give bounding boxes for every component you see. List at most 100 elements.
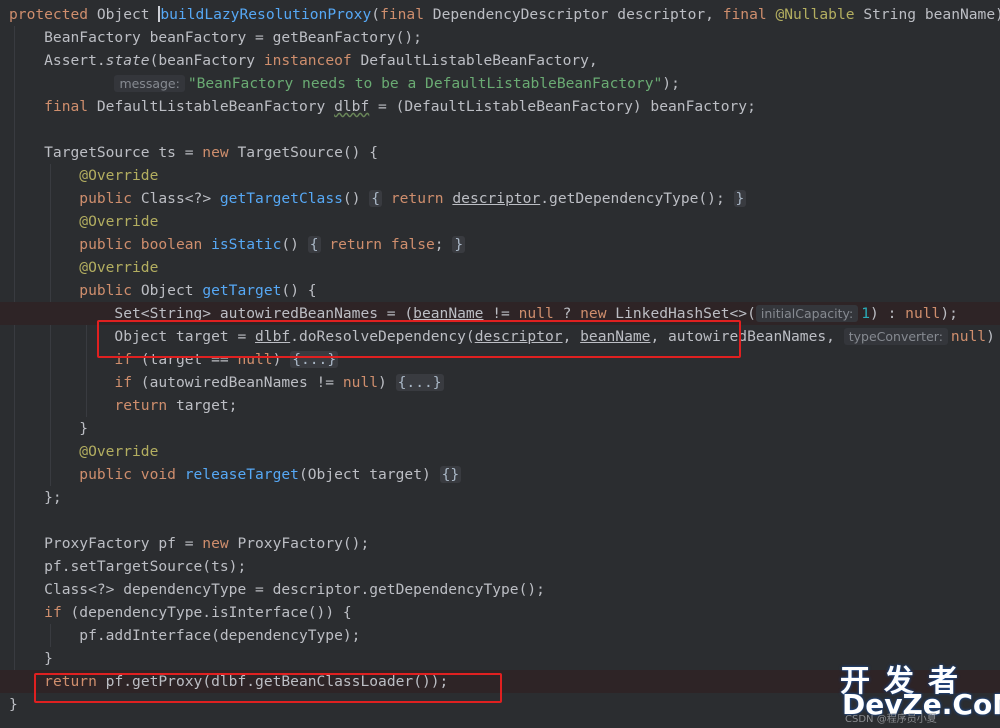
annotation-token: @Nullable xyxy=(775,6,864,23)
number-literal-token: 1 xyxy=(861,305,870,322)
annotation-token: @Override xyxy=(79,443,159,460)
code-line[interactable]: BeanFactory beanFactory = getBeanFactory… xyxy=(0,26,1000,49)
code-token: } xyxy=(9,420,89,437)
code-token: Assert. xyxy=(9,52,106,69)
code-token: } xyxy=(9,650,53,667)
keyword-token: instanceof xyxy=(263,52,361,69)
code-token: ) xyxy=(986,328,995,345)
code-token: Object xyxy=(96,6,159,23)
code-line[interactable]: public Class<?> getTargetClass() { retur… xyxy=(0,187,1000,210)
folded-code-marker[interactable]: {} xyxy=(439,466,462,483)
method-name-token: getTarget xyxy=(202,282,282,299)
keyword-token: public boolean xyxy=(79,236,212,253)
keyword-token: null xyxy=(950,328,987,345)
code-line[interactable]: Class<?> dependencyType = descriptor.get… xyxy=(0,578,1000,601)
code-line[interactable]: @Override xyxy=(0,256,1000,279)
highlight-box-resolve-dependency xyxy=(97,320,741,358)
code-token: () xyxy=(342,190,370,207)
keyword-token: final xyxy=(380,6,433,23)
code-token: (beanFactory xyxy=(149,52,264,69)
code-token: BeanFactory beanFactory = getBeanFactory… xyxy=(9,29,422,46)
watermark-small: CSDN @程序员小夏 xyxy=(845,714,937,725)
keyword-token: final xyxy=(722,6,776,23)
code-line[interactable]: Assert.state(beanFactory instanceof Defa… xyxy=(0,49,1000,72)
code-token: (autowiredBeanNames != xyxy=(140,374,343,391)
code-token: .getDependencyType(); xyxy=(540,190,734,207)
code-line[interactable] xyxy=(0,509,1000,532)
code-line[interactable]: ProxyFactory pf = new ProxyFactory(); xyxy=(0,532,1000,555)
captured-variable-token: descriptor xyxy=(452,190,541,207)
code-line[interactable]: protected Object buildLazyResolutionProx… xyxy=(0,3,1000,26)
highlight-box-return-proxy xyxy=(34,673,502,703)
code-line[interactable]: @Override xyxy=(0,440,1000,463)
code-token: () xyxy=(281,236,308,253)
local-variable-token: dlbf xyxy=(334,98,370,115)
keyword-token: public void xyxy=(79,466,185,483)
code-token: ( xyxy=(371,6,381,23)
code-line[interactable]: @Override xyxy=(0,164,1000,187)
code-editor[interactable]: protected Object buildLazyResolutionProx… xyxy=(0,0,1000,728)
code-token: target; xyxy=(175,397,238,414)
code-line[interactable] xyxy=(0,118,1000,141)
code-line[interactable]: pf.setTargetSource(ts); xyxy=(0,555,1000,578)
folded-code-marker[interactable]: } xyxy=(733,190,747,207)
code-token: TargetSource() { xyxy=(237,144,379,161)
code-line[interactable]: return target; xyxy=(0,394,1000,417)
code-line[interactable]: TargetSource ts = new TargetSource() { xyxy=(0,141,1000,164)
code-line[interactable]: final DefaultListableBeanFactory dlbf = … xyxy=(0,95,1000,118)
code-token: String beanName) xyxy=(863,6,1000,23)
method-name-token: getTargetClass xyxy=(219,190,343,207)
code-line[interactable]: if (dependencyType.isInterface()) { xyxy=(0,601,1000,624)
code-token: Class<?> xyxy=(140,190,220,207)
folded-code-marker[interactable]: { xyxy=(307,236,321,253)
code-line[interactable]: public void releaseTarget(Object target)… xyxy=(0,463,1000,486)
keyword-token: new xyxy=(202,144,238,161)
code-token: DefaultListableBeanFactory xyxy=(96,98,335,115)
code-token: ProxyFactory pf = xyxy=(9,535,203,552)
code-token: pf.setTargetSource(ts); xyxy=(9,558,247,575)
parameter-hint: message: xyxy=(114,75,185,92)
code-token: () { xyxy=(281,282,317,299)
code-token: = (DefaultListableBeanFactory) beanFacto… xyxy=(369,98,756,115)
code-line[interactable]: message: "BeanFactory needs to be a Defau… xyxy=(0,72,1000,95)
string-literal-token: "BeanFactory needs to be a DefaultListab… xyxy=(187,75,663,92)
code-token: Class<?> dependencyType = descriptor.get… xyxy=(9,581,545,598)
annotation-token: @Override xyxy=(79,259,159,276)
static-call-token: state xyxy=(105,52,150,69)
annotation-token: @Override xyxy=(79,213,159,230)
code-token: pf.addInterface(dependencyType); xyxy=(9,627,361,644)
code-token: } xyxy=(9,696,18,713)
keyword-token: if xyxy=(114,374,141,391)
code-line[interactable]: public Object getTarget() { xyxy=(0,279,1000,302)
code-line[interactable]: public boolean isStatic() { return false… xyxy=(0,233,1000,256)
code-line[interactable]: }; xyxy=(0,486,1000,509)
code-token: Object xyxy=(140,282,203,299)
code-token: DefaultListableBeanFactory, xyxy=(360,52,598,69)
code-line[interactable]: } xyxy=(0,417,1000,440)
parameter-hint: typeConverter: xyxy=(843,328,948,345)
code-line[interactable]: @Override xyxy=(0,210,1000,233)
keyword-token: if xyxy=(44,604,71,621)
method-name-token: releaseTarget xyxy=(184,466,299,483)
folded-code-marker[interactable]: } xyxy=(452,236,466,253)
method-name-token: isStatic xyxy=(211,236,282,253)
code-token: DependencyDescriptor descriptor, xyxy=(432,6,723,23)
code-line[interactable]: if (autowiredBeanNames != null) {...} xyxy=(0,371,1000,394)
code-line[interactable]: pf.addInterface(dependencyType); xyxy=(0,624,1000,647)
code-token: ); xyxy=(662,75,680,92)
code-token: (dependencyType.isInterface()) { xyxy=(70,604,352,621)
keyword-token: return xyxy=(114,397,176,414)
folded-code-marker[interactable]: {...} xyxy=(395,374,444,391)
method-name-token: buildLazyResolutionProxy xyxy=(160,6,372,23)
folded-code-marker[interactable]: { xyxy=(369,190,383,207)
